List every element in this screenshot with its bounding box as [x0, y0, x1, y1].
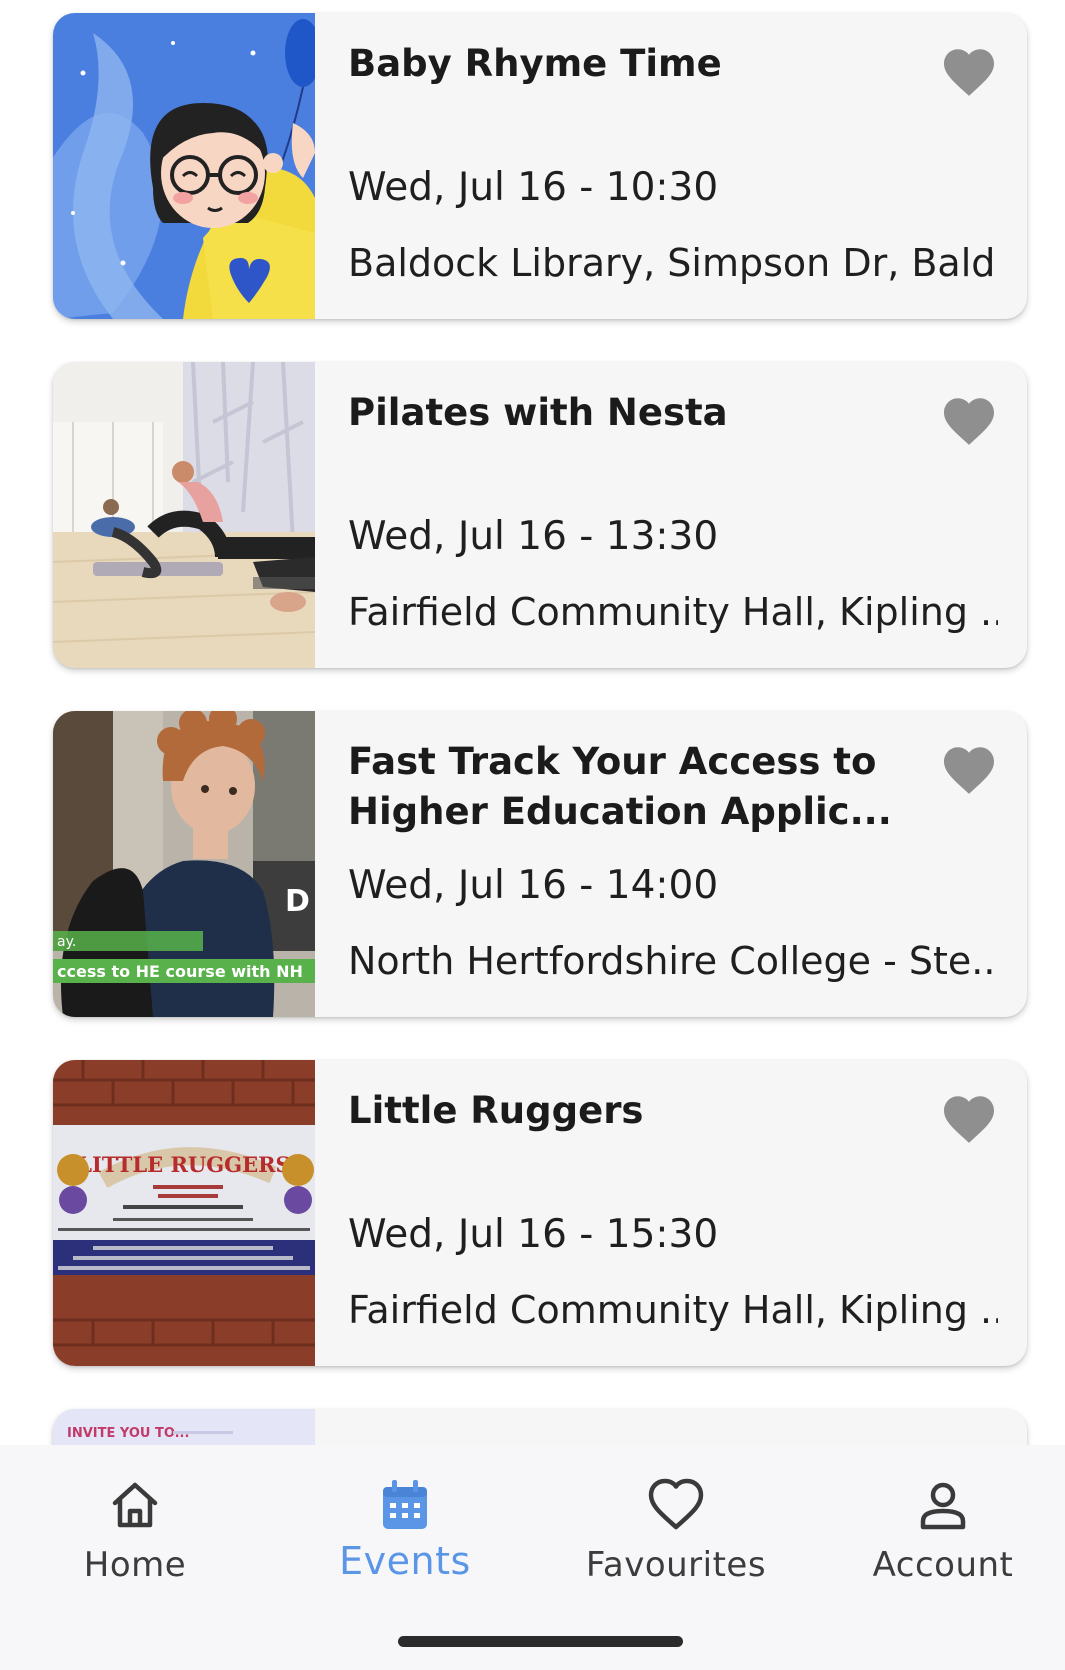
- events-screen: Baby Rhyme Time Wed, Jul 16 - 10:30 Bald…: [0, 0, 1065, 1670]
- favourite-heart-icon[interactable]: [941, 396, 997, 446]
- event-datetime: Wed, Jul 16 - 13:30: [348, 514, 719, 559]
- nav-label-account: Account: [872, 1545, 1014, 1585]
- event-card-body: Fast Track Your Access to Higher Educati…: [315, 711, 1027, 1017]
- invite-poster-image: INVITE YOU TO...: [53, 1409, 315, 1445]
- event-datetime: Wed, Jul 16 - 14:00: [348, 863, 719, 908]
- nav-label-home: Home: [83, 1545, 187, 1585]
- event-card-body: Baby Rhyme Time Wed, Jul 16 - 10:30 Bald…: [315, 13, 1027, 319]
- thumb-letter: D: [285, 884, 310, 919]
- event-datetime: Wed, Jul 16 - 15:30: [348, 1212, 719, 1257]
- heart-outline-icon: [646, 1475, 706, 1535]
- event-title: Little Ruggers: [348, 1089, 644, 1132]
- thumb-caption: ccess to HE course with NH: [57, 962, 303, 981]
- event-venue: Fairfield Community Hall, Kipling ...: [348, 590, 998, 634]
- thumb-side-text: ay.: [57, 934, 76, 950]
- event-title: Pilates with Nesta: [348, 391, 728, 434]
- home-icon: [105, 1475, 165, 1535]
- event-card-body: Little Ruggers Wed, Jul 16 - 15:30 Fairf…: [315, 1060, 1027, 1366]
- event-datetime: Wed, Jul 16 - 10:30: [348, 165, 719, 210]
- calendar-icon: [375, 1475, 435, 1535]
- event-card[interactable]: Pilates with Nesta Wed, Jul 16 - 13:30 F…: [53, 362, 1027, 668]
- thumb-invite-text: INVITE YOU TO...: [67, 1426, 189, 1441]
- nav-item-account[interactable]: Account: [810, 1445, 1065, 1595]
- favourite-heart-icon[interactable]: [941, 1094, 997, 1144]
- student-photo: ay. ccess to HE course with NH D: [53, 711, 315, 1017]
- thumb-banner-title: LITTLE RUGGERS: [77, 1152, 290, 1177]
- favourite-heart-icon[interactable]: [941, 47, 997, 97]
- favourite-heart-icon[interactable]: [941, 745, 997, 795]
- nav-item-home[interactable]: Home: [2, 1445, 268, 1595]
- event-card[interactable]: INVITE YOU TO...: [53, 1409, 1027, 1445]
- event-card[interactable]: ay. ccess to HE course with NH D Fast Tr…: [53, 711, 1027, 1017]
- nav-label-favourites: Favourites: [585, 1545, 767, 1585]
- event-list[interactable]: Baby Rhyme Time Wed, Jul 16 - 10:30 Bald…: [0, 0, 1065, 1445]
- nav-label-events: Events: [339, 1539, 471, 1583]
- event-card[interactable]: Baby Rhyme Time Wed, Jul 16 - 10:30 Bald…: [53, 13, 1027, 319]
- event-venue: Baldock Library, Simpson Dr, Bald...: [348, 241, 998, 285]
- event-title: Fast Track Your Access to Higher Educati…: [348, 740, 892, 833]
- event-venue: Fairfield Community Hall, Kipling ...: [348, 1288, 998, 1332]
- little-ruggers-banner-photo: LITTLE RUGGERS: [53, 1060, 315, 1366]
- person-icon: [913, 1475, 973, 1535]
- event-card-body: [315, 1409, 1027, 1445]
- event-venue: North Hertfordshire College - Ste...: [348, 939, 998, 983]
- event-card[interactable]: LITTLE RUGGERS Little Ruggers Wed, Jul 1…: [53, 1060, 1027, 1366]
- event-title: Baby Rhyme Time: [348, 42, 722, 85]
- home-indicator[interactable]: [398, 1636, 683, 1647]
- cartoon-girl-image: [53, 13, 315, 319]
- nav-item-favourites[interactable]: Favourites: [543, 1445, 809, 1595]
- nav-item-events[interactable]: Events: [272, 1445, 538, 1595]
- pilates-class-photo: [53, 362, 315, 668]
- event-card-body: Pilates with Nesta Wed, Jul 16 - 13:30 F…: [315, 362, 1027, 668]
